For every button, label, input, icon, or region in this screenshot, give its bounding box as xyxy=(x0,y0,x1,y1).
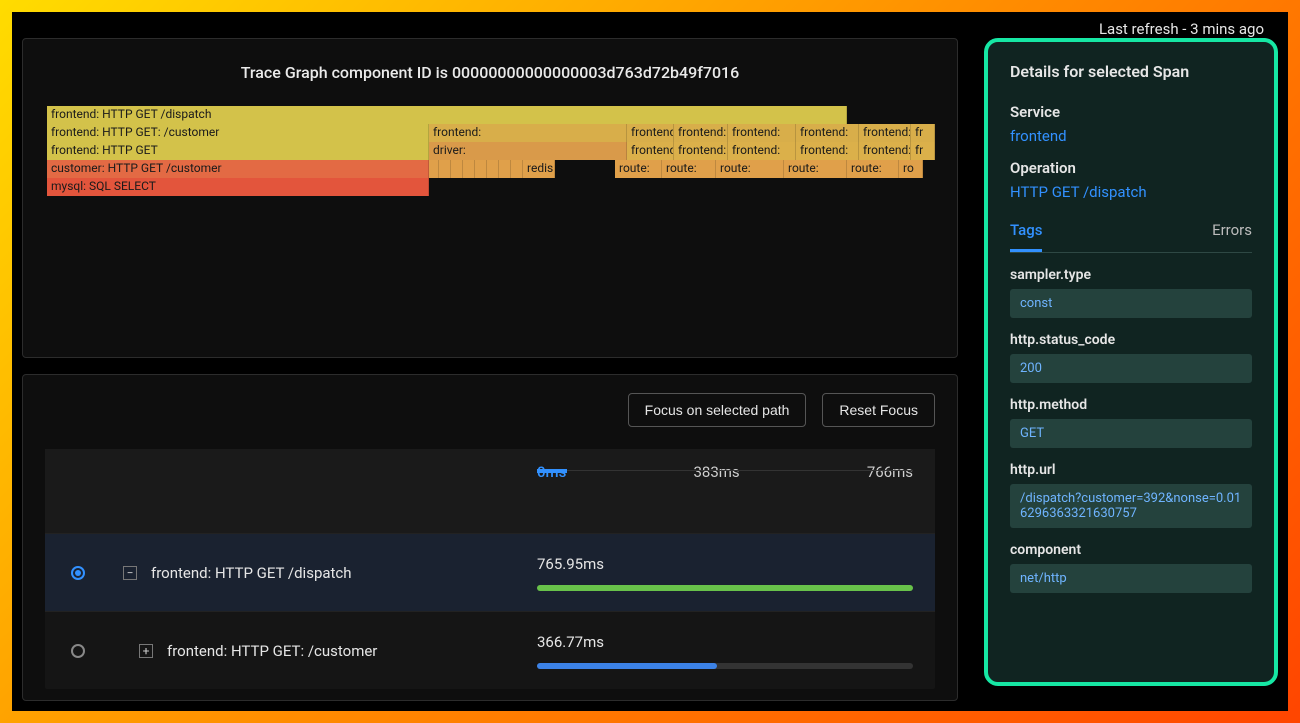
flame-graph[interactable]: frontend: HTTP GET /dispatchfrontend: HT… xyxy=(47,106,933,206)
flame-span[interactable]: frontend: xyxy=(728,124,796,142)
flame-span[interactable] xyxy=(475,160,487,178)
span-row-label: frontend: HTTP GET: /customer xyxy=(167,642,377,660)
span-radio[interactable] xyxy=(71,566,85,580)
flame-span[interactable]: route: xyxy=(716,160,784,178)
flame-span[interactable] xyxy=(451,160,463,178)
span-row-timeline: 765.95ms xyxy=(515,541,935,605)
left-column: Trace Graph component ID is 000000000000… xyxy=(22,16,958,701)
flame-span[interactable]: fr xyxy=(911,124,935,142)
span-row-timeline: 366.77ms xyxy=(515,619,935,683)
flame-span[interactable]: customer: HTTP GET /customer xyxy=(47,160,429,178)
flame-span[interactable]: driver: xyxy=(429,142,627,160)
flame-span[interactable]: frontend: xyxy=(429,124,627,142)
details-title: Details for selected Span xyxy=(1010,62,1252,81)
details-panel: Details for selected Span Service fronte… xyxy=(984,38,1278,686)
tag-key: component xyxy=(1010,542,1252,558)
flame-span[interactable]: mysql: SQL SELECT xyxy=(47,178,429,196)
span-row[interactable]: − frontend: HTTP GET /dispatch 765.95ms xyxy=(45,533,935,611)
operation-label: Operation xyxy=(1010,159,1252,177)
flame-span[interactable] xyxy=(487,160,499,178)
tag-key: http.url xyxy=(1010,462,1252,478)
flame-span[interactable]: fr xyxy=(911,142,935,160)
flame-span[interactable]: frontend: xyxy=(674,142,728,160)
service-label: Service xyxy=(1010,103,1252,121)
flame-span[interactable]: route: xyxy=(784,160,847,178)
tag-value: GET xyxy=(1010,419,1252,448)
flame-span[interactable] xyxy=(439,160,451,178)
axis-max: 766ms xyxy=(867,463,913,481)
last-refresh: Last refresh - 3 mins ago xyxy=(1099,20,1264,38)
reset-focus-button[interactable]: Reset Focus xyxy=(822,393,935,427)
tag-value: 200 xyxy=(1010,354,1252,383)
flame-span[interactable] xyxy=(555,160,615,178)
flame-span[interactable]: frontend: xyxy=(627,142,674,160)
tag-item: component net/http xyxy=(1010,542,1252,593)
service-value[interactable]: frontend xyxy=(1010,127,1252,145)
span-row[interactable]: + frontend: HTTP GET: /customer 366.77ms xyxy=(45,611,935,689)
tag-value: const xyxy=(1010,289,1252,318)
trace-graph-title: Trace Graph component ID is 000000000000… xyxy=(47,63,933,82)
operation-value[interactable]: HTTP GET /dispatch xyxy=(1010,183,1252,201)
span-duration: 765.95ms xyxy=(537,555,913,573)
flame-span[interactable]: frontend: xyxy=(728,142,796,160)
span-table-header: 0ms 383ms 766ms xyxy=(45,449,935,533)
flame-span[interactable]: frontend: HTTP GET xyxy=(47,142,429,160)
flame-span[interactable]: frontend: HTTP GET /dispatch xyxy=(47,106,847,124)
flame-span[interactable]: route: xyxy=(847,160,899,178)
flame-span[interactable] xyxy=(511,160,523,178)
axis-mid: 383ms xyxy=(693,463,739,481)
flame-span[interactable]: frontend: xyxy=(627,124,674,142)
tab-errors[interactable]: Errors xyxy=(1212,215,1252,252)
tag-item: http.method GET xyxy=(1010,397,1252,448)
tag-item: http.url /dispatch?customer=392&nonse=0.… xyxy=(1010,462,1252,528)
span-table: 0ms 383ms 766ms − frontend: HTTP GET /di… xyxy=(45,449,935,689)
focus-selected-path-button[interactable]: Focus on selected path xyxy=(628,393,807,427)
tab-tags[interactable]: Tags xyxy=(1010,215,1042,252)
flame-span[interactable]: route: xyxy=(615,160,662,178)
flame-span[interactable]: route: xyxy=(662,160,716,178)
tag-item: sampler.type const xyxy=(1010,267,1252,318)
span-radio[interactable] xyxy=(71,644,85,658)
flame-span[interactable]: frontend: HTTP GET: /customer xyxy=(47,124,429,142)
flame-span[interactable]: ro xyxy=(899,160,923,178)
flame-span[interactable]: frontend: xyxy=(859,142,911,160)
trace-graph-panel: Trace Graph component ID is 000000000000… xyxy=(22,38,958,358)
tree-toggle[interactable]: − xyxy=(123,566,137,580)
flame-span[interactable]: frontend: xyxy=(796,142,859,160)
tag-key: http.status_code xyxy=(1010,332,1252,348)
flame-span[interactable] xyxy=(463,160,475,178)
flame-span[interactable]: frontend: xyxy=(674,124,728,142)
tree-toggle[interactable]: + xyxy=(139,644,153,658)
tag-key: http.method xyxy=(1010,397,1252,413)
flame-span[interactable]: frontend: xyxy=(859,124,911,142)
span-duration: 366.77ms xyxy=(537,633,913,651)
tag-value: net/http xyxy=(1010,564,1252,593)
flame-span[interactable]: frontend: xyxy=(796,124,859,142)
span-list-panel: Focus on selected path Reset Focus 0ms 3… xyxy=(22,374,958,701)
flame-span[interactable]: redis: xyxy=(523,160,555,178)
flame-span[interactable] xyxy=(499,160,511,178)
tag-key: sampler.type xyxy=(1010,267,1252,283)
tag-value: /dispatch?customer=392&nonse=0.016296363… xyxy=(1010,484,1252,528)
tag-item: http.status_code 200 xyxy=(1010,332,1252,383)
span-row-label: frontend: HTTP GET /dispatch xyxy=(151,564,352,582)
flame-span[interactable] xyxy=(429,160,439,178)
